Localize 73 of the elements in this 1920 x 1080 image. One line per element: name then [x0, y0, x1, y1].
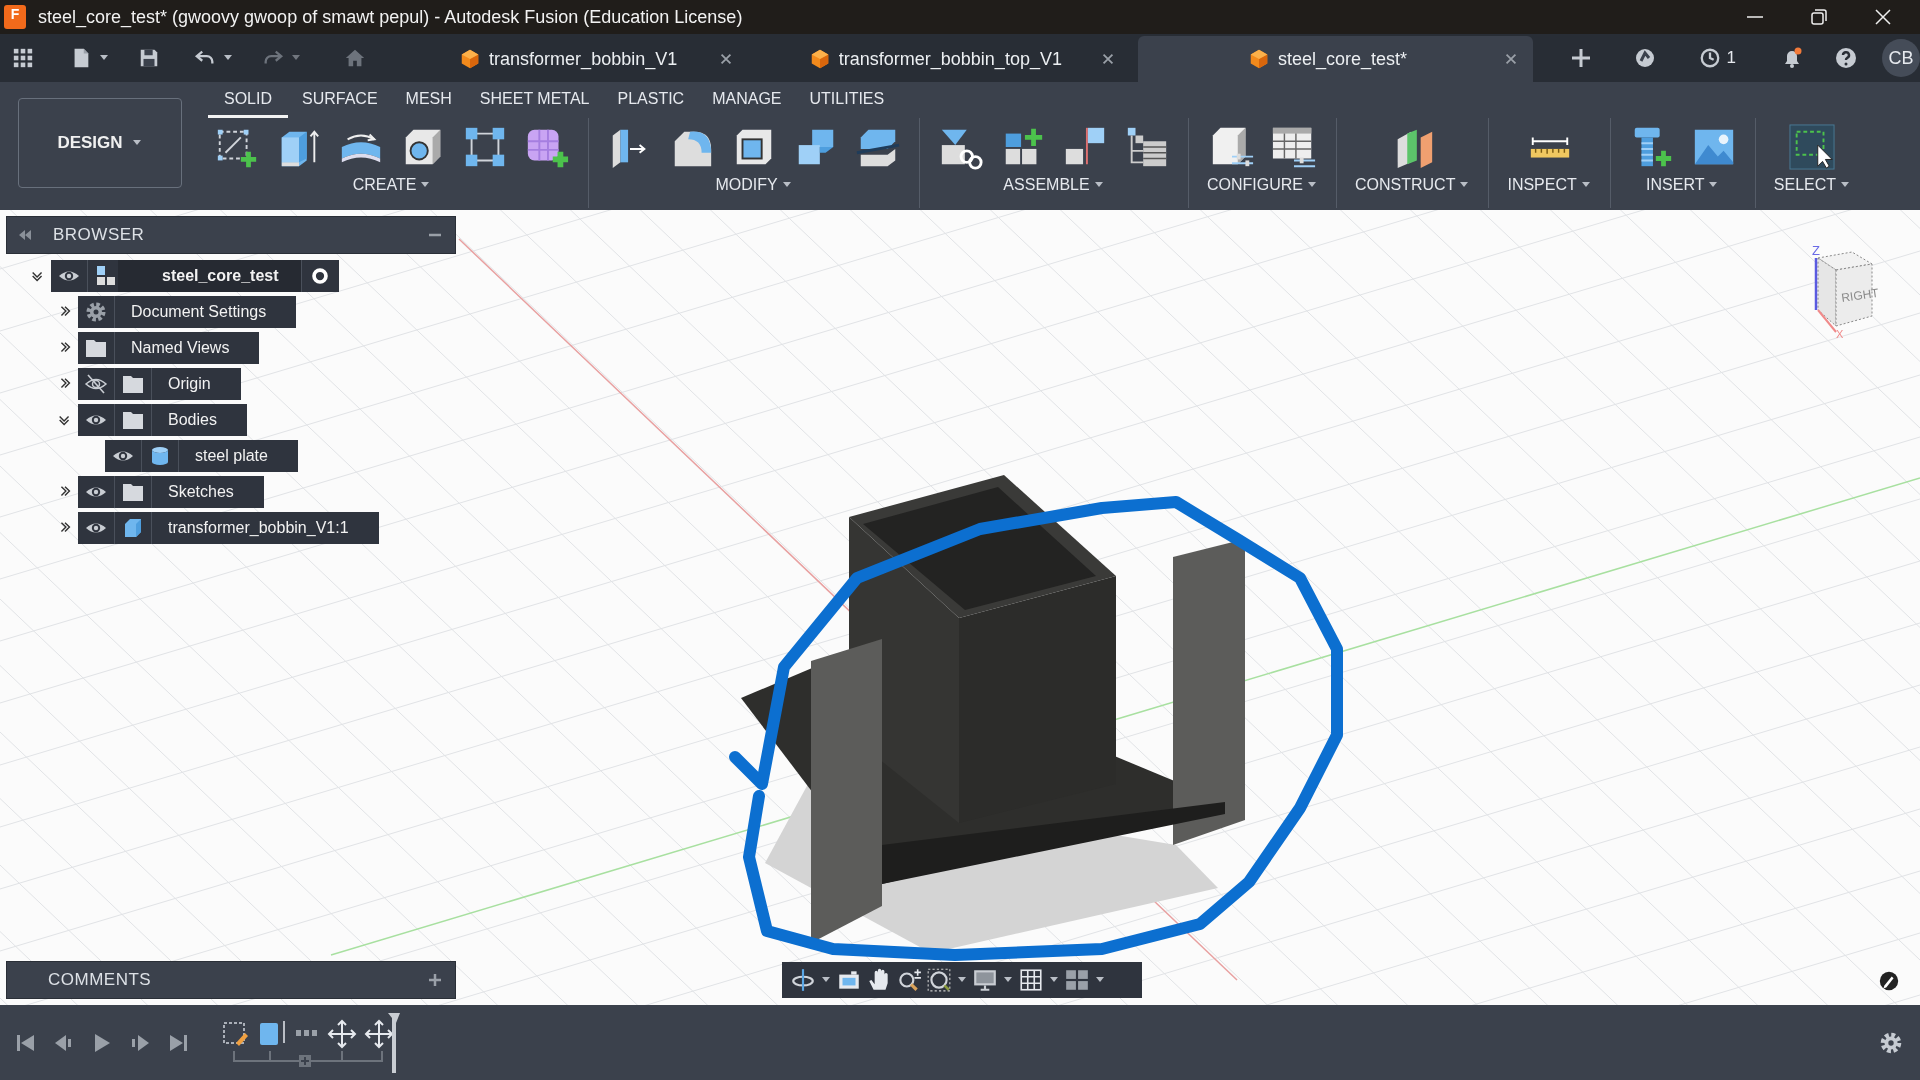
tree-item[interactable]: steel_core_test [51, 260, 339, 292]
ribbon-tab[interactable]: SOLID [208, 82, 288, 118]
move-icon[interactable] [327, 1019, 357, 1048]
move-icon[interactable] [364, 1019, 394, 1048]
tree-item[interactable]: steel plate [105, 440, 298, 472]
job-status[interactable]: 1 [1692, 44, 1742, 72]
tree-item-label: Bodies [167, 410, 218, 430]
clock-icon [1698, 47, 1721, 69]
app-logo: F [4, 5, 26, 29]
user-avatar[interactable]: CB [1882, 39, 1920, 77]
fit-icon[interactable] [926, 967, 952, 993]
z-axis-line [1814, 258, 1818, 310]
window-title: steel_core_test* (gwoovy gwoop of smawt pepul) - Autodesk Fusion (Education License) [38, 5, 744, 30]
ribbon-tab[interactable]: MESH [405, 82, 452, 118]
ribbon-tab[interactable]: PLASTIC [617, 82, 685, 118]
tree-item[interactable]: transformer_bobbin_V1:1 [78, 512, 379, 544]
tree-item-label: Named Views [130, 338, 231, 358]
add-comment-icon[interactable] [427, 972, 443, 988]
display-icon[interactable] [972, 967, 998, 993]
document-tab[interactable]: transformer_bobbin_V1 [404, 36, 749, 82]
tree-item[interactable]: Document Settings [78, 296, 297, 328]
components-icon [94, 264, 118, 288]
tree-item[interactable]: Sketches [78, 476, 264, 508]
tree-item-label: transformer_bobbin_V1:1 [167, 518, 350, 538]
grid-icon[interactable] [1018, 967, 1044, 993]
ribbon-tab[interactable]: UTILITIES [809, 82, 885, 118]
tree-item-label: Origin [167, 374, 212, 394]
dots-icon[interactable] [296, 1029, 317, 1036]
tree-item[interactable]: Origin [78, 368, 241, 400]
tool-group-menu[interactable]: CONSTRUCT [1355, 176, 1471, 194]
gear-icon [84, 300, 108, 324]
extrude-feature-icon[interactable] [260, 1019, 285, 1045]
axis-label: X [1836, 328, 1844, 340]
home-icon[interactable] [344, 47, 366, 69]
ribbon-tab[interactable]: SURFACE [302, 82, 378, 118]
tool-group-menu[interactable]: MODIFY [715, 176, 793, 194]
viewports-icon[interactable] [1064, 967, 1090, 993]
orbit-icon[interactable] [790, 967, 816, 993]
tab-label: transformer_bobbin_top_V1 [838, 47, 1062, 72]
save-icon[interactable] [138, 47, 160, 69]
tool-group-menu[interactable]: INSERT [1646, 176, 1720, 194]
panel-title: BROWSER [53, 224, 146, 247]
tree-item-label: Sketches [167, 482, 235, 502]
document-tab[interactable]: steel_core_test* [1138, 36, 1533, 82]
axis-label: Z [1812, 243, 1820, 258]
ribbon-tab[interactable]: SHEET METAL [479, 82, 590, 118]
tree-item[interactable]: Bodies [78, 404, 247, 436]
help-icon[interactable] [1834, 46, 1858, 70]
tab-label: transformer_bobbin_V1 [489, 47, 678, 72]
tool-group-menu[interactable]: CREATE [352, 176, 432, 194]
tree-item[interactable]: Named Views [78, 332, 260, 364]
tool-group-menu[interactable]: SELECT [1773, 176, 1852, 194]
apps-grid-icon[interactable] [12, 47, 34, 69]
panel-title: COMMENTS [48, 969, 153, 992]
active-radio-icon[interactable] [309, 265, 331, 287]
tree-item-label: Document Settings [130, 302, 268, 322]
x-axis-line [1817, 309, 1837, 333]
document-tab[interactable]: transformer_bobbin_top_V1 [756, 36, 1131, 82]
tool-group-menu[interactable]: ASSEMBLE [1003, 176, 1105, 194]
tool-group-menu[interactable]: CONFIGURE [1207, 176, 1318, 194]
tree-item-label: steel_core_test [118, 260, 302, 292]
workspace-menu[interactable]: DESIGN [18, 98, 182, 188]
ribbon-tab[interactable]: MANAGE [712, 82, 782, 118]
timeline-marker-icon[interactable] [388, 1012, 400, 1073]
hidden-eye-icon[interactable] [84, 372, 108, 396]
markup-icon[interactable] [1878, 970, 1900, 992]
tool-group-menu[interactable]: INSPECT [1507, 176, 1592, 194]
tab-label: steel_core_test* [1277, 47, 1408, 72]
cube-face-label: RIGHT [1840, 285, 1880, 305]
tree-item-label: steel plate [194, 446, 269, 466]
sketch-feature-icon[interactable] [223, 1021, 248, 1046]
select-icon[interactable] [1789, 124, 1836, 170]
zoom-icon[interactable] [896, 967, 922, 993]
